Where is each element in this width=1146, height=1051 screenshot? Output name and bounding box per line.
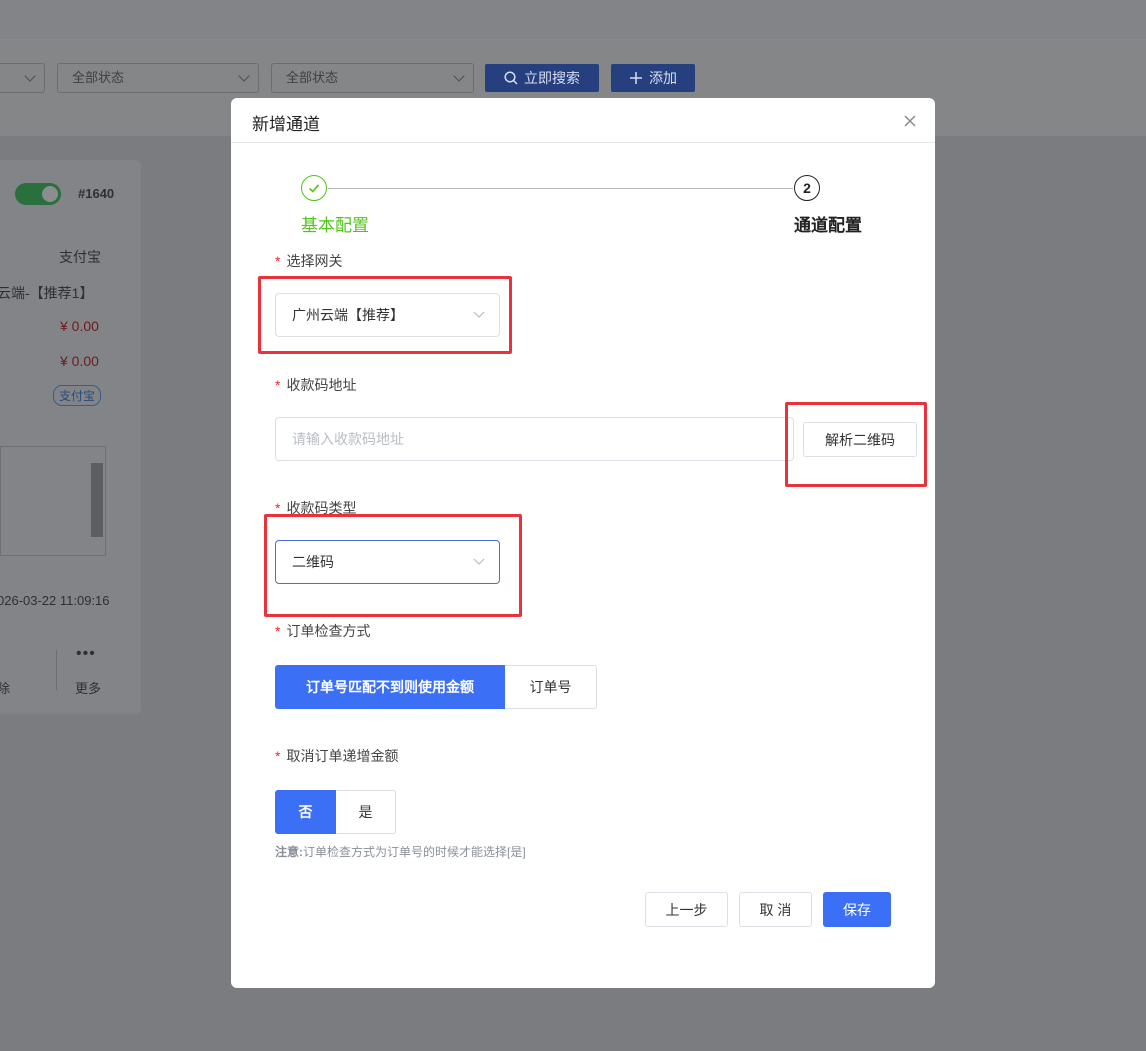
top-bar [0, 0, 1146, 40]
card-more-label[interactable]: 更多 [75, 678, 101, 697]
order-check-label: * 订单检查方式 [275, 623, 371, 639]
cancel-increment-label: * 取消订单递增金额 [275, 748, 399, 764]
channel-card: #1640 支付宝 云端-【推荐1】 ¥ 0.00 ¥ 0.00 支付宝 026… [0, 160, 141, 714]
parse-qr-button[interactable]: 解析二维码 [803, 422, 917, 457]
scrollbar[interactable] [91, 463, 103, 537]
gateway-select[interactable]: 广州云端【推荐】 [275, 293, 500, 337]
cancel-increment-radio-group: 否 是 [275, 790, 396, 834]
cancel-increment-option-no[interactable]: 否 [275, 790, 336, 834]
step-number: 2 [794, 175, 820, 201]
order-check-radio-group: 订单号匹配不到则使用金额 订单号 [275, 665, 597, 709]
card-id: #1640 [78, 186, 115, 201]
qr-type-label: * 收款码类型 [275, 500, 357, 516]
card-tag: 支付宝 [53, 385, 102, 406]
more-icon[interactable]: ••• [76, 645, 96, 663]
step-connector [328, 188, 793, 189]
chevron-down-icon [238, 70, 250, 82]
qr-url-input[interactable] [275, 417, 794, 461]
qr-type-select[interactable]: 二维码 [275, 540, 500, 584]
qr-url-label: * 收款码地址 [275, 377, 357, 393]
close-icon[interactable] [903, 114, 917, 128]
prev-step-button[interactable]: 上一步 [645, 892, 728, 927]
card-gateway-name: 云端-【推荐1】 [0, 285, 94, 301]
step-label-basic: 基本配置 [301, 216, 369, 235]
filter-select-1[interactable] [0, 63, 45, 93]
card-amount-1: ¥ 0.00 [60, 318, 99, 334]
filter-select-status-1[interactable]: 全部状态 [57, 63, 259, 93]
save-button[interactable]: 保存 [823, 892, 891, 927]
status-toggle[interactable] [15, 183, 61, 205]
card-scroll-area[interactable] [0, 446, 106, 556]
chevron-down-icon [24, 70, 36, 82]
chevron-down-icon [473, 311, 485, 318]
card-delete-label[interactable]: 除 [0, 678, 10, 697]
cancel-increment-option-yes[interactable]: 是 [336, 790, 396, 834]
search-icon [504, 71, 518, 85]
add-button[interactable]: 添加 [611, 64, 695, 92]
divider [56, 650, 57, 690]
card-pay-type: 支付宝 [59, 249, 101, 265]
dialog-title: 新增通道 [252, 115, 320, 134]
step-label-channel: 通道配置 [794, 216, 862, 235]
order-check-option-order-no[interactable]: 订单号 [505, 665, 597, 709]
cancel-button[interactable]: 取 消 [739, 892, 812, 927]
chevron-down-icon [473, 558, 485, 565]
dialog-header: 新增通道 [231, 98, 935, 143]
chevron-down-icon [453, 70, 465, 82]
plus-icon [630, 72, 642, 84]
gateway-label: * 选择网关 [275, 253, 343, 269]
card-amount-2: ¥ 0.00 [60, 353, 99, 369]
card-timestamp: 026-03-22 11:09:16 [0, 593, 110, 608]
steps: 2 基本配置 通道配置 [231, 175, 935, 245]
note-text: 注意:订单检查方式为订单号的时候才能选择[是] [275, 845, 526, 859]
order-check-option-amount[interactable]: 订单号匹配不到则使用金额 [275, 665, 505, 709]
filter-select-status-2[interactable]: 全部状态 [271, 63, 474, 93]
add-channel-dialog: 新增通道 2 基本配置 通道配置 *选择网关 广州云端【推荐】 *收款码地址 解… [231, 98, 935, 988]
search-button[interactable]: 立即搜索 [485, 64, 599, 92]
check-icon [301, 175, 327, 201]
